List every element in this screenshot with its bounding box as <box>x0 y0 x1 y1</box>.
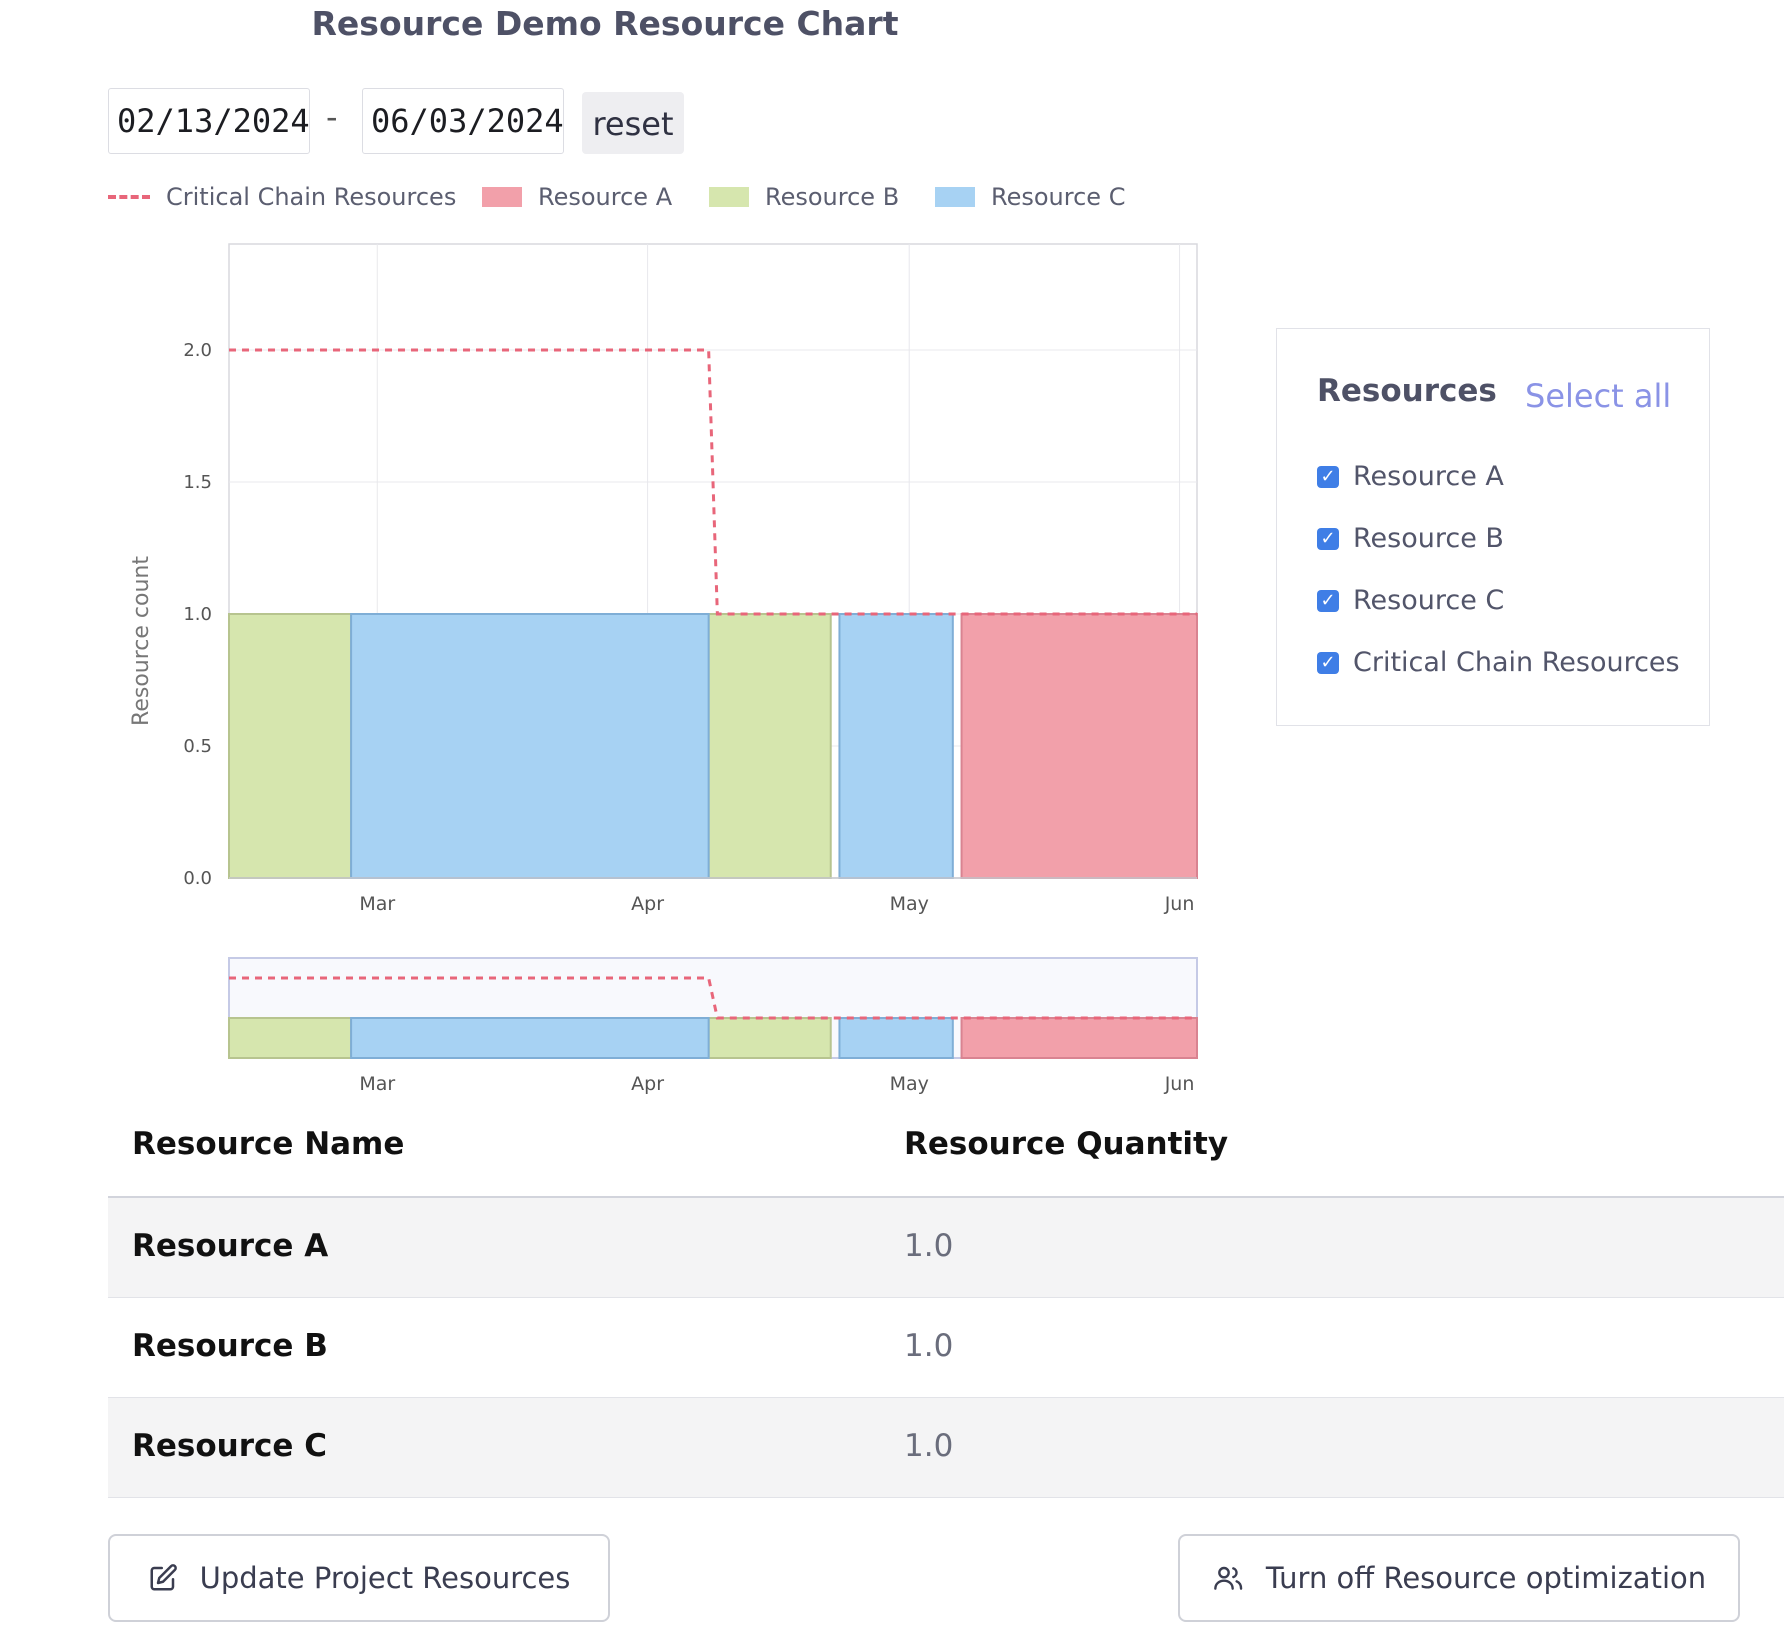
checkbox-checked-icon[interactable]: ✓ <box>1317 589 1339 612</box>
update-project-resources-button[interactable]: Update Project Resources <box>108 1534 610 1622</box>
checkbox-label: Resource B <box>1353 523 1504 554</box>
checkbox-label: Resource A <box>1353 461 1504 492</box>
bar-segment <box>838 613 954 879</box>
checkbox-label: Resource C <box>1353 585 1505 616</box>
table-header: Resource Name Resource Quantity <box>108 1112 1784 1198</box>
button-label: Turn off Resource optimization <box>1265 1561 1707 1595</box>
navigator-bar-segment <box>707 1017 832 1059</box>
checkbox-checked-icon[interactable]: ✓ <box>1317 651 1339 674</box>
x-tick-label: Jun <box>1164 893 1195 915</box>
navigator-bar-segment <box>838 1017 954 1059</box>
y-tick-label: 1.5 <box>183 472 212 493</box>
table-row: Resource C 1.0 <box>108 1398 1784 1498</box>
resource-filter-a[interactable]: ✓ Resource A <box>1317 461 1504 492</box>
x-tick-label: Mar <box>359 893 395 915</box>
resource-filter-critical-chain[interactable]: ✓ Critical Chain Resources <box>1317 647 1680 678</box>
table-row: Resource A 1.0 <box>108 1198 1784 1298</box>
table-row: Resource B 1.0 <box>108 1298 1784 1398</box>
column-header-name: Resource Name <box>132 1126 405 1162</box>
x-tick-label: May <box>890 893 929 915</box>
resource-filter-c[interactable]: ✓ Resource C <box>1317 585 1504 616</box>
bar-segment <box>960 613 1198 879</box>
resource-quantity-cell: 1.0 <box>904 1328 954 1364</box>
navigator-bar-segment <box>350 1017 710 1059</box>
resources-panel: Resources Select all ✓ Resource A ✓ Reso… <box>1276 328 1710 726</box>
resources-heading: Resources <box>1317 373 1497 409</box>
users-icon <box>1213 1566 1243 1590</box>
bar-segment <box>228 613 353 879</box>
x-tick-label: Apr <box>631 893 664 915</box>
checkbox-checked-icon[interactable]: ✓ <box>1317 465 1339 488</box>
checkbox-checked-icon[interactable]: ✓ <box>1317 527 1339 550</box>
y-tick-label: 0.0 <box>183 868 212 889</box>
select-all-link[interactable]: Select all <box>1525 377 1671 415</box>
y-tick-label: 1.0 <box>183 604 212 625</box>
turn-off-resource-optimization-button[interactable]: Turn off Resource optimization <box>1178 1534 1740 1622</box>
resource-chart[interactable]: 0.0 0.5 1.0 1.5 2.0 Mar Apr May Jun Resource coun… <box>0 0 1240 1110</box>
y-tick-label: 2.0 <box>183 340 212 361</box>
y-tick-label: 0.5 <box>183 736 212 757</box>
button-label: Update Project Resources <box>199 1561 571 1595</box>
resource-name-cell: Resource C <box>132 1428 327 1464</box>
navigator-x-tick-label: Jun <box>1164 1073 1195 1095</box>
y-axis-label: Resource count <box>129 556 154 726</box>
resource-filter-b[interactable]: ✓ Resource B <box>1317 523 1504 554</box>
edit-icon <box>150 1564 177 1591</box>
navigator-x-tick-label: Apr <box>631 1073 664 1095</box>
navigator-bar-segment <box>960 1017 1198 1059</box>
resource-name-cell: Resource B <box>132 1328 328 1364</box>
bar-segment <box>707 613 832 879</box>
navigator-bar-segment <box>228 1017 353 1059</box>
resource-name-cell: Resource A <box>132 1228 329 1264</box>
bar-segment <box>350 613 710 879</box>
checkbox-label: Critical Chain Resources <box>1353 647 1680 678</box>
navigator-x-tick-label: Mar <box>359 1073 395 1095</box>
navigator-x-tick-label: May <box>890 1073 929 1095</box>
column-header-quantity: Resource Quantity <box>904 1126 1229 1162</box>
resource-quantity-cell: 1.0 <box>904 1228 954 1264</box>
resource-quantity-cell: 1.0 <box>904 1428 954 1464</box>
